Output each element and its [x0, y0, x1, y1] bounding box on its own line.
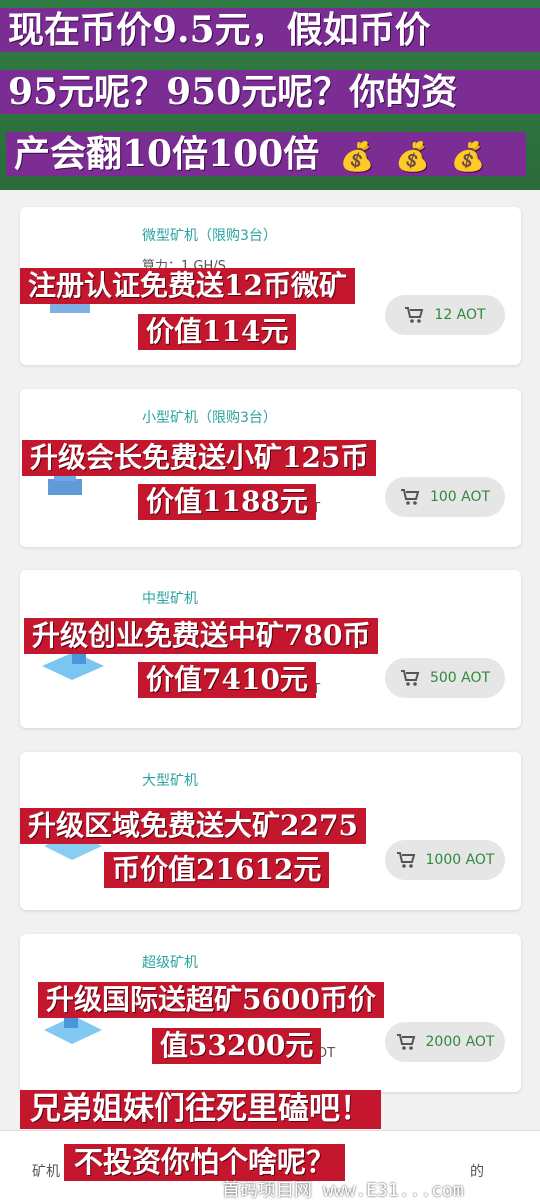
buy-button[interactable]: 1000 AOT: [385, 840, 505, 880]
card-title: 微型矿机（限购3台）: [142, 228, 277, 244]
buy-button-label: 1000 AOT: [425, 852, 495, 868]
cart-icon: [396, 1034, 415, 1050]
caption-card2-line1: 升级会长免费送小矿125币: [22, 440, 377, 476]
nav-item-miners[interactable]: 矿机: [32, 1161, 60, 1181]
buy-button-label: 100 AOT: [429, 489, 491, 505]
money-bag-icon: 💰: [339, 140, 375, 173]
top-banner: 现在币价9.5元，假如币价 95元呢？950元呢？你的资 产会翻10倍100倍 …: [0, 0, 540, 190]
cart-icon: [400, 489, 420, 505]
buy-button-label: 500 AOT: [429, 670, 491, 686]
card-title: 中型矿机: [142, 591, 198, 607]
buy-button[interactable]: 500 AOT: [385, 658, 505, 698]
nav-item-mine[interactable]: 的: [470, 1161, 484, 1181]
caption-card4-line1: 升级区域免费送大矿2275: [20, 808, 366, 844]
card-title: 超级矿机: [142, 955, 198, 971]
caption-card1-line1: 注册认证免费送12币微矿: [20, 268, 355, 304]
banner-line-2: 95元呢？950元呢？你的资: [0, 70, 540, 114]
buy-button-label: 12 AOT: [434, 307, 486, 323]
buy-button-label: 2000 AOT: [425, 1034, 495, 1050]
caption-card3-line2: 价值7410元: [138, 662, 316, 698]
caption-card3-line1: 升级创业免费送中矿780币: [24, 618, 379, 654]
caption-card5-line2: 值53200元: [152, 1028, 322, 1064]
cart-icon: [400, 670, 420, 686]
caption-card2-line2: 价值1188元: [138, 484, 316, 520]
caption-card4-line2: 币价值21612元: [104, 852, 330, 888]
caption-card5-line1: 升级国际送超矿5600币价: [38, 982, 384, 1018]
caption-card1-line2: 价值114元: [138, 314, 297, 350]
card-title: 大型矿机: [142, 773, 198, 789]
buy-button[interactable]: 2000 AOT: [385, 1022, 505, 1062]
card-title: 小型矿机（限购3台）: [142, 410, 277, 426]
banner-line-3: 产会翻10倍100倍 💰 💰 💰: [6, 132, 526, 176]
money-bag-icon: 💰: [395, 140, 431, 173]
bottom-caption-1: 兄弟姐妹们往死里磕吧！: [20, 1090, 381, 1129]
watermark: 首码项目网 www.E31...com: [222, 1180, 464, 1200]
money-bag-icon: 💰: [450, 140, 486, 173]
banner-line-3-text: 产会翻10倍100倍: [14, 133, 320, 175]
cart-icon: [405, 307, 424, 323]
buy-button[interactable]: 100 AOT: [385, 477, 505, 517]
banner-line-1: 现在币价9.5元，假如币价: [0, 8, 540, 52]
cart-icon: [396, 852, 415, 868]
buy-button[interactable]: 12 AOT: [385, 295, 505, 335]
